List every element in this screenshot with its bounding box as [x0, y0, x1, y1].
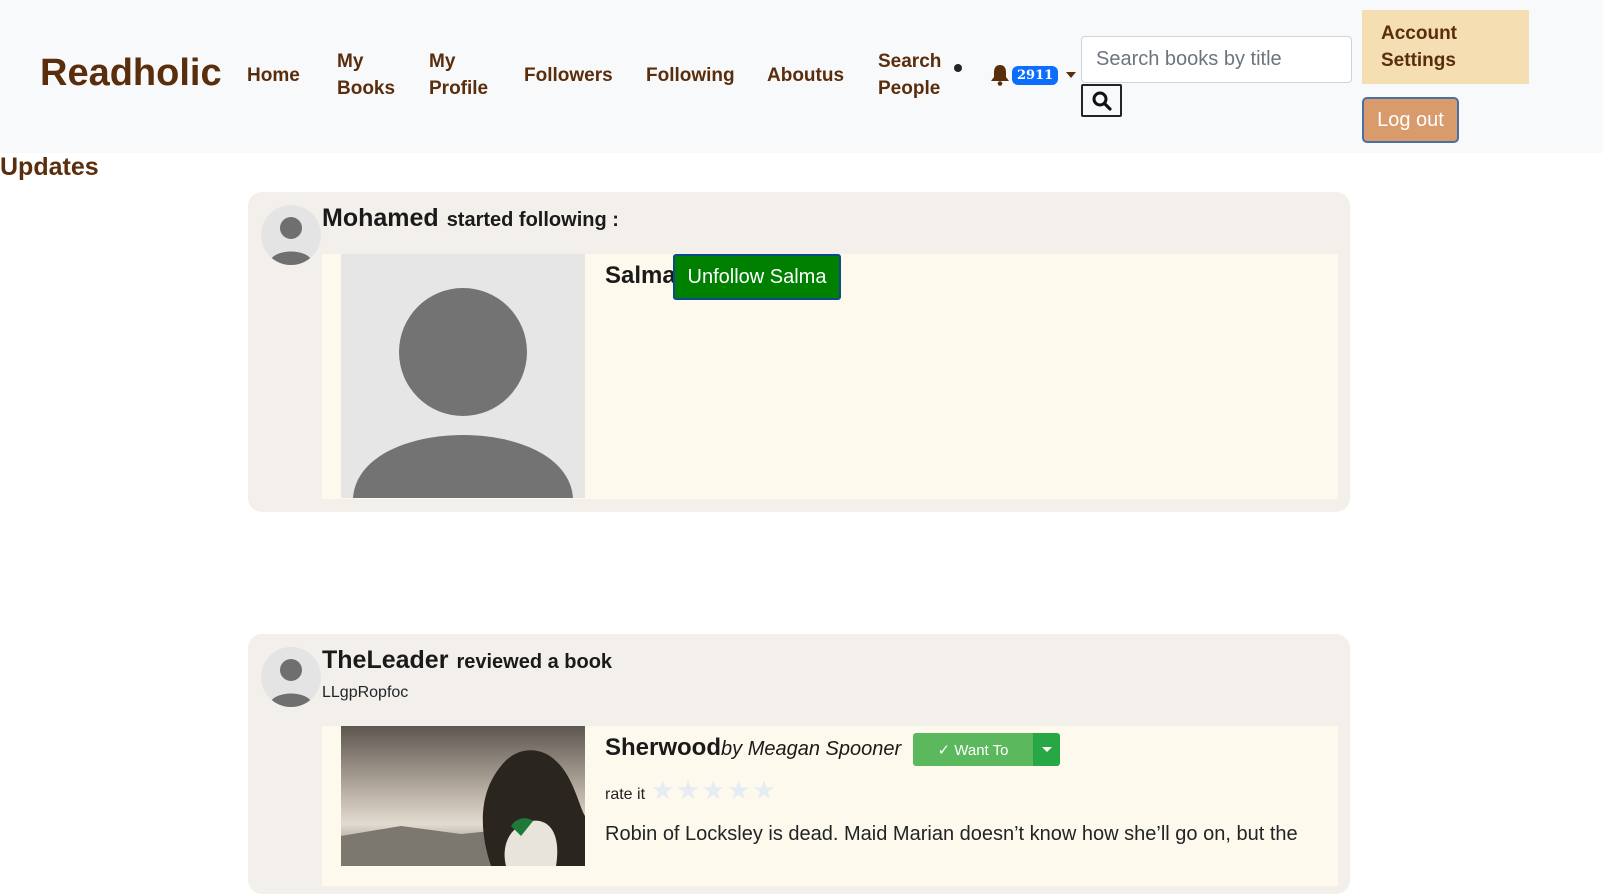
- update-card-review: TheLeader reviewed a book LLgpRopfoc She…: [248, 634, 1350, 894]
- nav-my-books-line2: Books: [337, 78, 396, 99]
- followed-user-photo[interactable]: [341, 254, 585, 498]
- bell-icon: [991, 65, 1009, 86]
- book-panel: Sherwoodby Meagan Spooner ✓ Want To rate…: [322, 726, 1338, 886]
- notification-count-badge: 2911: [1012, 65, 1059, 85]
- update-actor: Mohamed started following :: [322, 204, 619, 233]
- want-to-read-button[interactable]: ✓ Want To: [913, 733, 1033, 766]
- followed-user-name[interactable]: Salma: [605, 262, 676, 290]
- update-actor: TheLeader reviewed a book: [322, 646, 612, 675]
- update-card-follow: Mohamed started following : Salma Unfollo…: [248, 192, 1350, 512]
- nav-following[interactable]: Following: [646, 62, 735, 89]
- nav-aboutus[interactable]: Aboutus: [767, 62, 844, 89]
- brand-logo[interactable]: Readholic: [40, 52, 222, 95]
- star-icon[interactable]: ★: [727, 776, 750, 806]
- unfollow-button[interactable]: Unfollow Salma: [673, 254, 841, 300]
- star-icon[interactable]: ★: [702, 776, 725, 806]
- search-input[interactable]: [1081, 36, 1352, 83]
- nav-followers[interactable]: Followers: [524, 62, 613, 89]
- navbar: Readholic Home My Books My Profile Follo…: [0, 0, 1603, 153]
- star-icon[interactable]: ★: [752, 776, 775, 806]
- user-avatar-icon: [353, 282, 573, 498]
- caret-down-icon: [1041, 747, 1052, 752]
- nav-my-profile-line1: My: [429, 51, 456, 72]
- star-icon[interactable]: ★: [676, 776, 699, 806]
- book-cover-image[interactable]: [341, 726, 585, 866]
- search-button[interactable]: [1081, 84, 1122, 117]
- actor-name-link[interactable]: TheLeader: [322, 646, 448, 674]
- nav-search-people-line2: People: [878, 78, 941, 99]
- rate-label: rate it: [605, 786, 646, 803]
- update-action: reviewed a book: [456, 651, 613, 673]
- logout-button[interactable]: Log out: [1362, 97, 1459, 143]
- shelf-dropdown-toggle[interactable]: [1033, 733, 1060, 766]
- caret-down-icon: [1066, 72, 1077, 78]
- account-settings-line1: Account: [1381, 23, 1457, 44]
- nav-search-people[interactable]: Search People: [878, 48, 941, 102]
- book-title-line: Sherwoodby Meagan Spooner: [605, 734, 901, 762]
- nav-my-books[interactable]: My Books: [337, 48, 395, 102]
- update-action: started following :: [446, 209, 619, 231]
- search-icon: [1092, 91, 1112, 111]
- updates-heading: Updates: [0, 153, 99, 181]
- book-cover-art: [341, 726, 585, 866]
- book-author[interactable]: by Meagan Spooner: [721, 738, 901, 760]
- book-title-link[interactable]: Sherwood: [605, 734, 721, 761]
- rating-stars[interactable]: ★ ★ ★ ★ ★: [651, 776, 776, 806]
- nav-my-books-line1: My: [337, 51, 364, 72]
- account-settings-button[interactable]: Account Settings: [1362, 10, 1529, 84]
- notifications-dropdown[interactable]: 2911: [990, 64, 1077, 86]
- book-description: Robin of Locksley is dead. Maid Marian d…: [605, 823, 1298, 845]
- nav-my-profile[interactable]: My Profile: [429, 48, 488, 102]
- actor-name-link[interactable]: Mohamed: [322, 204, 439, 232]
- user-avatar-icon[interactable]: [261, 647, 321, 707]
- followed-user-panel: Salma Unfollow Salma: [322, 254, 1338, 499]
- nav-search-people-line1: Search: [878, 51, 942, 72]
- nav-home[interactable]: Home: [247, 62, 300, 89]
- user-avatar-icon[interactable]: [261, 205, 321, 265]
- account-settings-line2: Settings: [1381, 50, 1456, 71]
- bullet-dot: [954, 64, 962, 72]
- review-subline: LLgpRopfoc: [322, 684, 409, 701]
- star-icon[interactable]: ★: [651, 776, 674, 806]
- nav-my-profile-line2: Profile: [429, 78, 489, 99]
